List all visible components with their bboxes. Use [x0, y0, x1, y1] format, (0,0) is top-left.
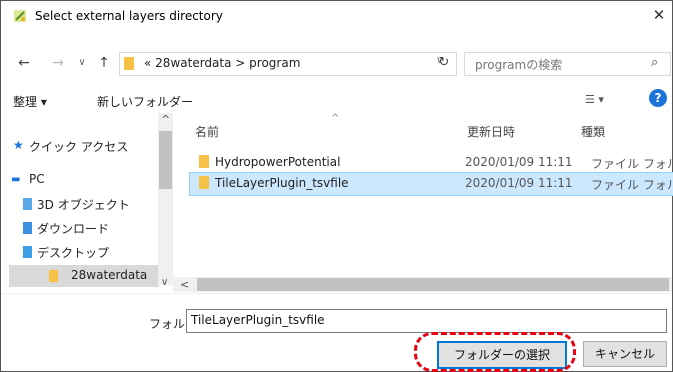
close-icon[interactable]: ✕	[649, 5, 669, 25]
new-folder-button[interactable]: 新しいフォルダー	[97, 93, 193, 110]
breadcrumb: « 28waterdata > program	[144, 56, 300, 70]
back-arrow-icon[interactable]: ←	[15, 53, 33, 73]
sidebar-item-downloads[interactable]: ダウンロード	[9, 217, 159, 239]
list-scroll-thumb[interactable]	[197, 278, 669, 291]
breadcrumb-overflow[interactable]: «	[144, 56, 151, 70]
sidebar-item-3d-objects[interactable]: 3D オブジェクト	[9, 193, 159, 215]
sort-indicator-icon: ^	[331, 113, 340, 124]
help-icon[interactable]: ?	[649, 89, 667, 107]
divider	[1, 293, 672, 294]
column-header-name[interactable]: 名前	[195, 123, 219, 140]
sidebar-item-label: デスクトップ	[37, 246, 110, 260]
list-item-selected[interactable]: TileLayerPlugin_tsvfile 2020/01/09 11:11…	[189, 172, 673, 196]
search-icon[interactable]: ⌕	[651, 55, 658, 70]
dialog-window: Select external layers directory ✕ ← → ∨…	[0, 0, 673, 372]
address-bar[interactable]: « 28waterdata > program ∨	[119, 52, 457, 76]
forward-arrow-icon[interactable]: →	[49, 53, 67, 73]
window-title: Select external layers directory	[35, 9, 223, 23]
folder-icon	[124, 57, 134, 70]
up-arrow-icon[interactable]: ↑	[95, 53, 113, 73]
search-input[interactable]: programの検索	[475, 56, 562, 73]
sidebar-item-28waterdata[interactable]: 28waterdata	[9, 265, 159, 287]
search-box[interactable]: programの検索 ⌕	[464, 52, 671, 76]
sidebar-scroll-thumb[interactable]	[159, 131, 172, 189]
file-name: TileLayerPlugin_tsvfile	[215, 176, 349, 190]
column-headers: 名前 ^ 更新日時 種類	[191, 113, 671, 143]
scroll-down-icon[interactable]: ∨	[161, 277, 168, 288]
file-type: ファイル フォルダー	[591, 157, 673, 171]
recent-locations-icon[interactable]: ∨	[73, 53, 91, 73]
scroll-up-icon[interactable]: ^	[161, 113, 170, 126]
column-header-date[interactable]: 更新日時	[467, 123, 515, 140]
list-item[interactable]: HydropowerPotential 2020/01/09 11:11 ファイ…	[189, 151, 673, 173]
highlight-annotation	[414, 332, 576, 372]
3d-objects-icon	[23, 198, 32, 210]
breadcrumb-separator: >	[235, 56, 246, 70]
file-name: HydropowerPotential	[215, 155, 341, 169]
file-type: ファイル フォルダー	[591, 178, 673, 192]
sidebar-item-label: 28waterdata	[71, 268, 148, 282]
navigation-pane: ★ クイック アクセス ▬ PC 3D オブジェクト ダウンロード デスクトップ…	[9, 113, 160, 287]
refresh-icon[interactable]: ↻	[433, 52, 455, 74]
title-bar: Select external layers directory ✕	[1, 1, 672, 31]
column-header-type[interactable]: 種類	[581, 123, 605, 140]
folder-name-value[interactable]: TileLayerPlugin_tsvfile	[191, 313, 325, 327]
sidebar-item-label: ダウンロード	[37, 222, 110, 236]
sidebar-item-label: 3D オブジェクト	[37, 198, 130, 212]
desktop-icon	[23, 246, 32, 258]
folder-icon	[199, 155, 209, 168]
file-date: 2020/01/09 11:11	[465, 155, 573, 169]
qgis-app-icon	[14, 10, 26, 22]
folder-name-field[interactable]: TileLayerPlugin_tsvfile	[186, 309, 667, 333]
sidebar-item-pc[interactable]: ▬ PC	[9, 169, 159, 191]
breadcrumb-item-program[interactable]: program	[249, 56, 300, 70]
sidebar-item-desktop[interactable]: デスクトップ	[9, 241, 159, 263]
download-icon	[23, 222, 32, 234]
sidebar-item-quick-access[interactable]: ★ クイック アクセス	[9, 135, 159, 157]
organize-button[interactable]: 整理 ▾	[13, 93, 47, 110]
folder-icon	[199, 176, 209, 189]
sidebar-item-label: クイック アクセス	[29, 140, 129, 154]
scroll-left-icon[interactable]: <	[180, 278, 189, 291]
cancel-button[interactable]: キャンセル	[583, 341, 667, 367]
view-options-icon[interactable]: ☰ ▾	[585, 93, 604, 106]
star-icon: ★	[13, 138, 24, 152]
sidebar-item-label: PC	[29, 172, 45, 186]
folder-icon	[49, 270, 58, 282]
file-date: 2020/01/09 11:11	[465, 176, 573, 190]
pc-icon: ▬	[11, 174, 21, 185]
breadcrumb-item-28waterdata[interactable]: 28waterdata	[155, 56, 231, 70]
